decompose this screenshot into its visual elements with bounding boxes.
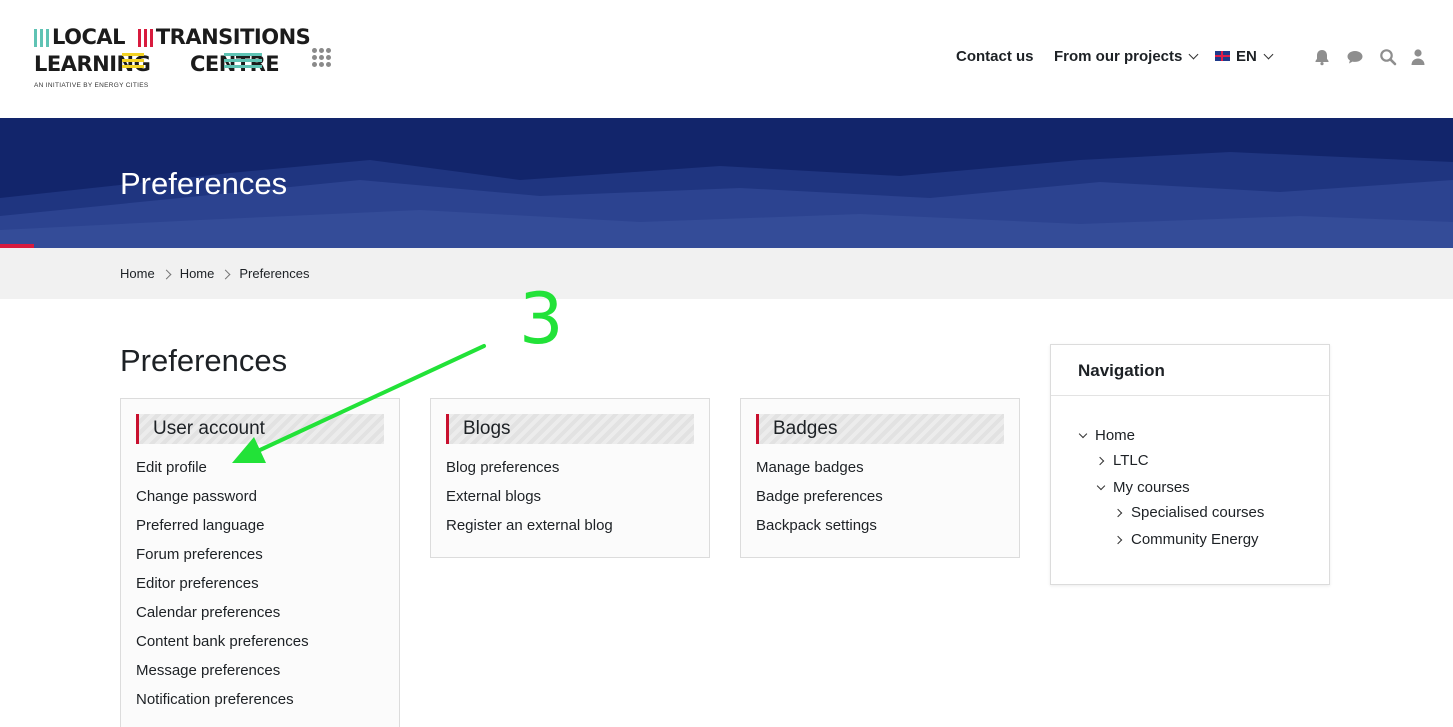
contact-us-link[interactable]: Contact us xyxy=(956,48,1034,65)
navigation-title: Navigation xyxy=(1078,361,1165,380)
manage-badges-link[interactable]: Manage badges xyxy=(756,453,1004,482)
search-icon[interactable] xyxy=(1379,48,1397,66)
chevron-down-icon xyxy=(1263,49,1274,60)
logo-red-bars xyxy=(137,27,156,49)
apps-grid-icon[interactable] xyxy=(312,48,332,68)
user-icon[interactable] xyxy=(1409,48,1427,66)
breadcrumb: Home Home Preferences xyxy=(120,266,309,281)
navigation-block: Navigation Home LTLC My courses Speciali… xyxy=(1050,344,1330,585)
tree-item-my-courses[interactable]: My courses xyxy=(1096,479,1190,496)
tree-item-home[interactable]: Home xyxy=(1078,427,1135,444)
calendar-preferences-link[interactable]: Calendar preferences xyxy=(136,598,384,627)
badges-card: Badges Manage badges Badge preferences B… xyxy=(740,398,1020,558)
blogs-card: Blogs Blog preferences External blogs Re… xyxy=(430,398,710,558)
logo-teal-bars xyxy=(34,27,52,49)
message-preferences-link[interactable]: Message preferences xyxy=(136,656,384,685)
annotation-step-number: 3 xyxy=(519,278,564,360)
card-heading: User account xyxy=(136,414,384,444)
tree-item-specialised-courses[interactable]: Specialised courses xyxy=(1113,504,1264,521)
logo-yellow-bars xyxy=(122,50,144,71)
breadcrumb-home-link[interactable]: Home xyxy=(120,266,155,281)
chevron-right-icon xyxy=(1113,535,1123,544)
breadcrumb-current: Preferences xyxy=(239,266,310,281)
preferred-language-link[interactable]: Preferred language xyxy=(136,511,384,540)
logo-subtitle: AN INITIATIVE BY ENERGY CITIES xyxy=(34,82,149,89)
editor-preferences-link[interactable]: Editor preferences xyxy=(136,569,384,598)
chevron-right-icon xyxy=(1113,508,1123,517)
page-header-banner: Preferences xyxy=(0,118,1453,248)
badge-preferences-link[interactable]: Badge preferences xyxy=(756,482,1004,511)
card-heading: Badges xyxy=(756,414,1004,444)
user-account-card: User account Edit profile Change passwor… xyxy=(120,398,400,727)
site-header: LOCAL TRANSITIONS LEARNING CENTRE AN INI… xyxy=(0,0,1453,118)
logo-line-1: LOCAL TRANSITIONS xyxy=(34,26,311,49)
chevron-right-icon xyxy=(220,269,231,280)
forum-preferences-link[interactable]: Forum preferences xyxy=(136,540,384,569)
blog-preferences-link[interactable]: Blog preferences xyxy=(446,453,694,482)
page-title: Preferences xyxy=(120,343,288,378)
content-bank-preferences-link[interactable]: Content bank preferences xyxy=(136,627,384,656)
tree-item-ltlc[interactable]: LTLC xyxy=(1095,452,1149,469)
banner-title: Preferences xyxy=(120,166,288,201)
chevron-right-icon xyxy=(161,269,172,280)
divider xyxy=(1051,395,1329,396)
breadcrumb-home-link-2[interactable]: Home xyxy=(180,266,215,281)
language-menu[interactable]: EN xyxy=(1215,48,1274,65)
external-blogs-link[interactable]: External blogs xyxy=(446,482,694,511)
chevron-down-icon xyxy=(1078,429,1088,438)
chat-icon[interactable] xyxy=(1346,48,1364,66)
change-password-link[interactable]: Change password xyxy=(136,482,384,511)
logo-teal-lines xyxy=(224,50,262,71)
register-external-blog-link[interactable]: Register an external blog xyxy=(446,511,694,540)
notification-preferences-link[interactable]: Notification preferences xyxy=(136,685,384,714)
card-heading: Blogs xyxy=(446,414,694,444)
from-our-projects-menu[interactable]: From our projects xyxy=(1054,48,1199,65)
site-logo[interactable]: LOCAL TRANSITIONS LEARNING CENTRE AN INI… xyxy=(34,26,311,92)
bell-icon[interactable] xyxy=(1313,48,1331,66)
breadcrumb-bar: Home Home Preferences xyxy=(0,248,1453,299)
chevron-down-icon xyxy=(1188,49,1199,60)
chevron-down-icon xyxy=(1096,481,1106,490)
edit-profile-link[interactable]: Edit profile xyxy=(136,453,384,482)
backpack-settings-link[interactable]: Backpack settings xyxy=(756,511,1004,540)
uk-flag-icon xyxy=(1215,51,1230,61)
tree-item-community-energy[interactable]: Community Energy xyxy=(1113,531,1259,548)
chevron-right-icon xyxy=(1095,456,1105,465)
